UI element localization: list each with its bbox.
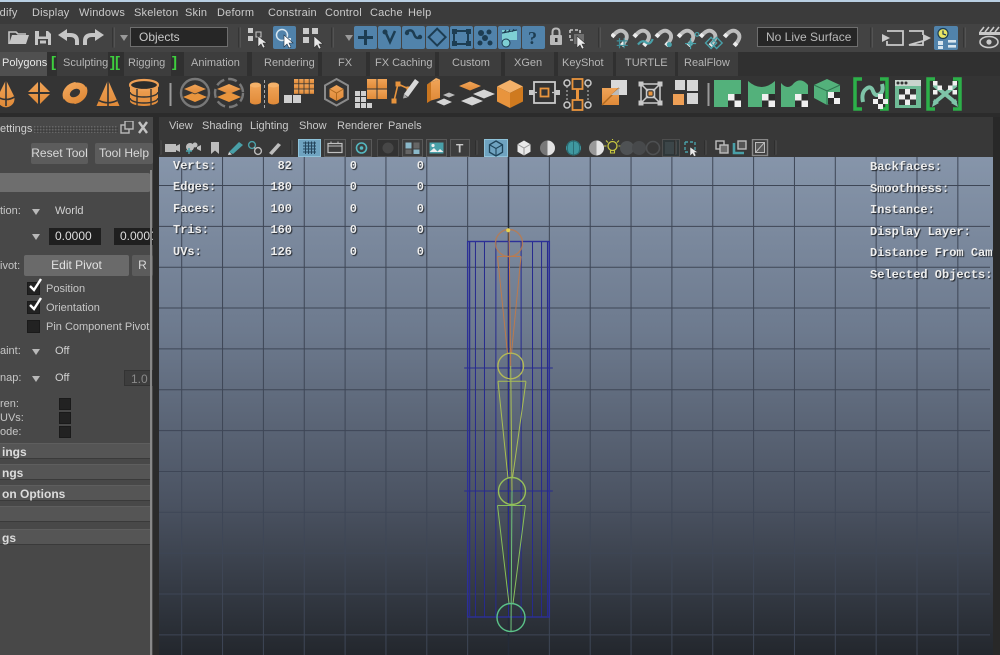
svg-text:T: T bbox=[456, 142, 464, 156]
svg-text:?: ? bbox=[528, 28, 537, 48]
